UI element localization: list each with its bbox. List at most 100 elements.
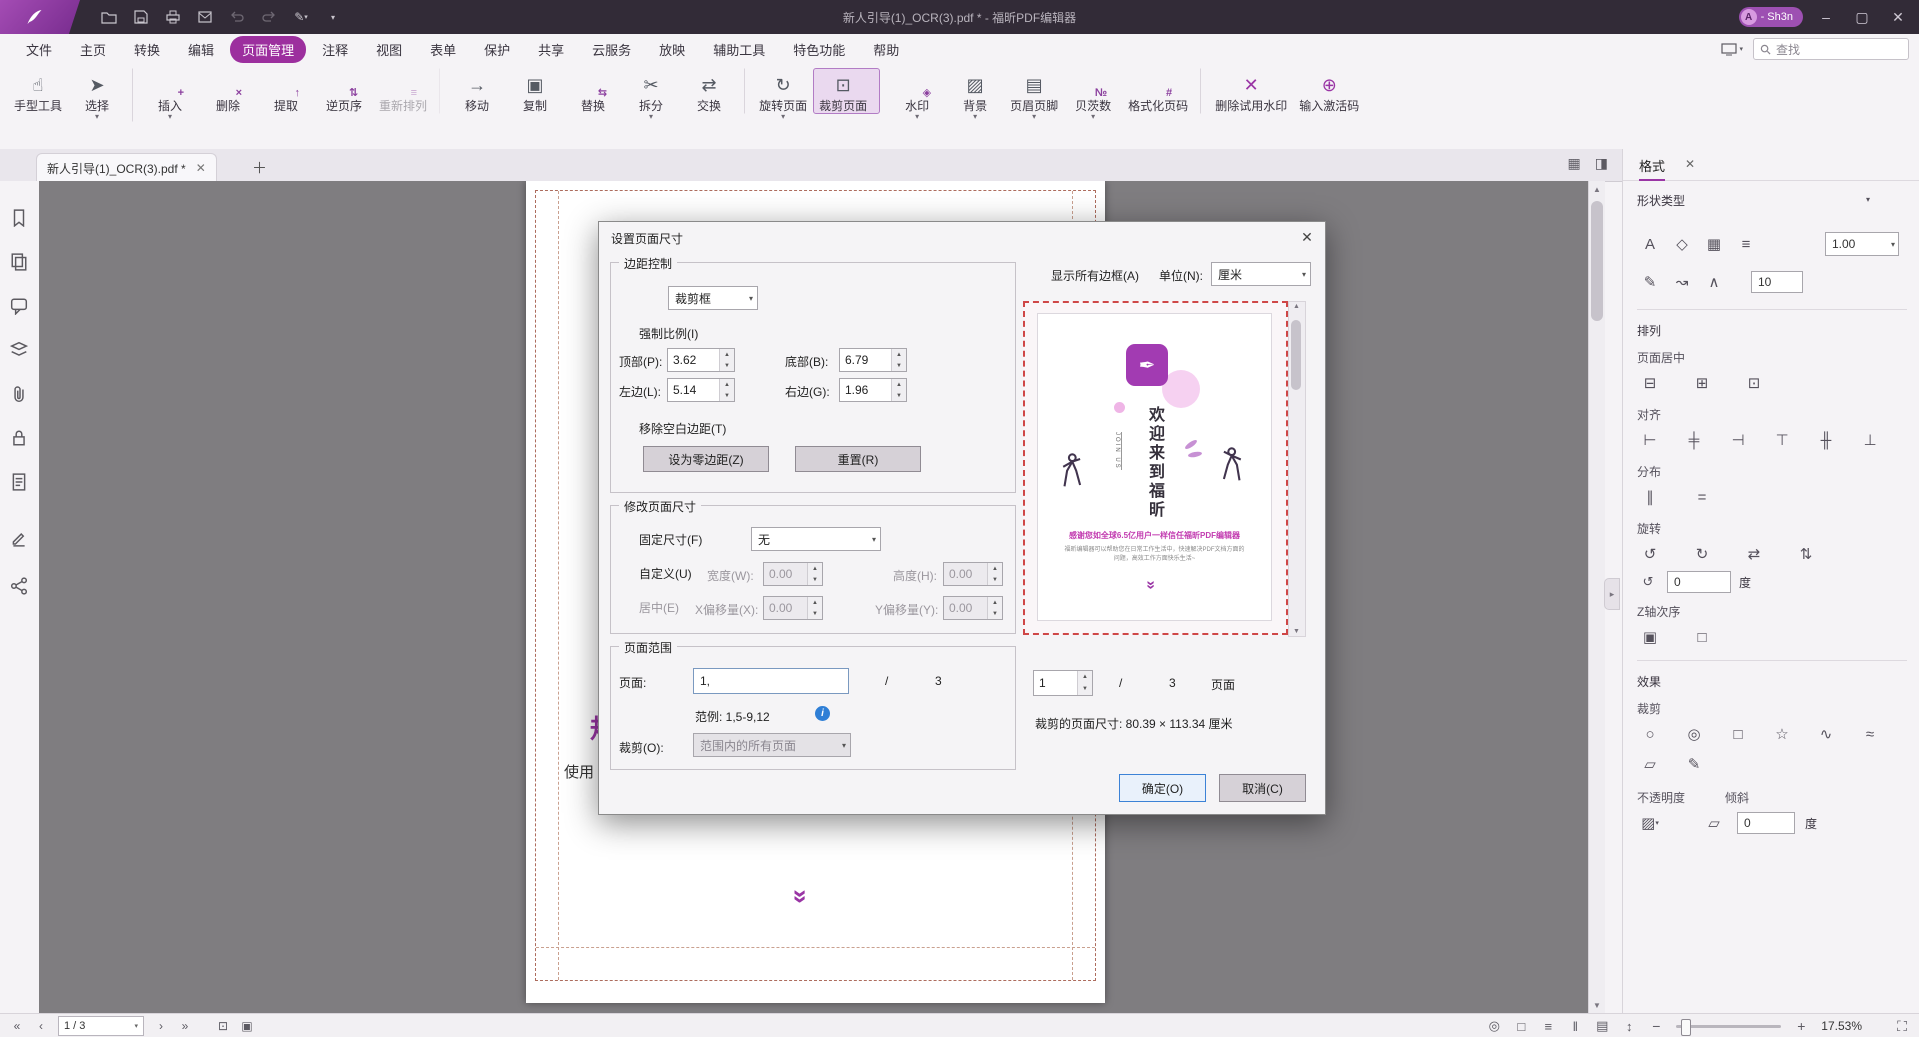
left-margin-spinner[interactable]: 5.14▲▼ (667, 378, 735, 402)
menu-view[interactable]: 视图 (364, 36, 414, 63)
rotate-angle-icon[interactable]: ↺ (1637, 571, 1659, 593)
right-panel-collapse-handle[interactable]: ▸ (1604, 578, 1620, 610)
crop-scope-dropdown[interactable]: 范围内的所有页面▾ (693, 733, 851, 757)
crop-ellipse-icon[interactable]: ○ (1637, 721, 1663, 747)
align-right-icon[interactable]: ⊣ (1725, 427, 1751, 453)
canvas-vertical-scrollbar[interactable]: ▲ ▼ (1588, 181, 1605, 1013)
menu-share[interactable]: 共享 (526, 36, 576, 63)
opacity-button[interactable]: ▨▾ (1637, 810, 1663, 836)
remove-trial-watermark-button[interactable]: ✕ 删除试用水印 ▾ (1209, 68, 1293, 114)
top-margin-spinner[interactable]: 3.62▲▼ (667, 348, 735, 372)
signature-panel-icon[interactable] (10, 529, 28, 547)
right-margin-spinner[interactable]: 1.96▲▼ (839, 378, 907, 402)
center-vertical-icon[interactable]: ⊞ (1689, 370, 1715, 396)
line-weight-button[interactable]: ≡ (1733, 231, 1759, 257)
background-button[interactable]: ▨ 背景 ▾ (946, 68, 1004, 122)
document-panel-icon[interactable] (10, 473, 28, 491)
qat-customize-caret[interactable]: ▾ (324, 8, 342, 26)
x-offset-spinner[interactable]: 0.00▲▼ (763, 596, 823, 620)
open-file-icon[interactable] (100, 8, 118, 26)
extract-button[interactable]: ↑ 提取 ▾ (257, 68, 315, 114)
height-spinner[interactable]: 0.00▲▼ (943, 562, 1003, 586)
clipboard-icon[interactable]: ▣ (240, 1019, 254, 1033)
preview-scrollbar[interactable]: ▲ ▼ (1288, 301, 1306, 637)
scrollbar-thumb[interactable] (1591, 201, 1603, 321)
set-zero-margins-button[interactable]: 设为零边距(Z) (643, 446, 769, 472)
zoom-in-button[interactable]: + (1794, 1018, 1808, 1034)
page-grid-icon[interactable]: ▦ (1568, 155, 1581, 172)
pages-input[interactable]: 1, (693, 668, 849, 694)
preview-scroll-down-icon[interactable]: ▼ (1293, 628, 1300, 635)
bates-number-button[interactable]: № 贝茨数 ▾ (1064, 68, 1122, 122)
zoom-slider[interactable] (1676, 1025, 1781, 1028)
bring-forward-icon[interactable]: ▣ (1637, 624, 1663, 650)
facing-pages-icon[interactable]: ‖ (1568, 1019, 1582, 1034)
fullscreen-icon[interactable]: ⛶ (1895, 1018, 1909, 1035)
font-color-button[interactable]: A (1637, 231, 1663, 257)
continuous-scroll-icon[interactable]: ≡ (1541, 1019, 1555, 1034)
crop-squiggle-icon[interactable]: ≈ (1857, 721, 1883, 747)
move-button[interactable]: → 移动 ▾ (448, 68, 506, 114)
box-type-dropdown[interactable]: 裁剪框▾ (668, 286, 758, 310)
rotate-left-icon[interactable]: ↺ (1637, 541, 1663, 567)
bookmarks-panel-icon[interactable] (10, 209, 28, 227)
swap-button[interactable]: ⇄ 交换 ▾ (680, 68, 745, 114)
export-icon[interactable] (196, 8, 214, 26)
enter-activation-code-button[interactable]: ⊕ 输入激活码 ▾ (1293, 68, 1365, 114)
menu-comment[interactable]: 注释 (310, 36, 360, 63)
reading-panel-icon[interactable]: ◨ (1595, 155, 1608, 172)
info-icon[interactable]: i (815, 706, 830, 721)
menu-present[interactable]: 放映 (647, 36, 697, 63)
pen-settings-icon[interactable]: ✎▾ (292, 8, 310, 26)
next-page-button[interactable]: › (154, 1019, 168, 1033)
rotate-angle-input[interactable]: 0 (1667, 571, 1731, 593)
undo-icon[interactable] (228, 8, 246, 26)
menu-edit[interactable]: 编辑 (176, 36, 226, 63)
menu-cloud[interactable]: 云服务 (580, 36, 643, 63)
snapshot-icon[interactable]: ⊡ (216, 1019, 230, 1033)
crop-pages-button[interactable]: ⊡ 裁剪页面 ▾ (813, 68, 880, 114)
attachments-panel-icon[interactable] (10, 385, 28, 403)
share-panel-icon[interactable] (10, 577, 28, 595)
first-page-button[interactable]: « (10, 1019, 24, 1033)
scroll-up-icon[interactable]: ▲ (1589, 181, 1605, 197)
menu-convert[interactable]: 转换 (122, 36, 172, 63)
corner-radius-button[interactable]: ∧ (1701, 269, 1727, 295)
menu-file[interactable]: 文件 (14, 36, 64, 63)
crop-star-icon[interactable]: ☆ (1769, 721, 1795, 747)
crop-wave-icon[interactable]: ∿ (1813, 721, 1839, 747)
maximize-button[interactable]: ▢ (1849, 4, 1875, 30)
shape-fill-button[interactable]: ◇ (1669, 231, 1695, 257)
swatch-more-caret[interactable]: ▾ (1855, 186, 1881, 212)
menu-protect[interactable]: 保护 (472, 36, 522, 63)
select-button[interactable]: ➤ 选择 ▾ (68, 68, 133, 122)
dialog-close-icon[interactable]: ✕ (1297, 227, 1317, 247)
bottom-margin-spinner[interactable]: 6.79▲▼ (839, 348, 907, 372)
comments-panel-icon[interactable] (10, 297, 28, 315)
preview-scroll-up-icon[interactable]: ▲ (1293, 303, 1300, 310)
last-page-button[interactable]: » (178, 1019, 192, 1033)
rotate-pages-button[interactable]: ↻ 旋转页面 ▾ (753, 68, 813, 122)
format-panel-close-icon[interactable]: ✕ (1685, 157, 1695, 171)
format-tab[interactable]: 格式 (1639, 156, 1665, 181)
new-tab-button[interactable]: ＋ (252, 157, 267, 178)
search-input[interactable]: 查找 (1753, 38, 1909, 60)
align-left-icon[interactable]: ⊢ (1637, 427, 1663, 453)
width-spinner[interactable]: 0.00▲▼ (763, 562, 823, 586)
insert-button[interactable]: + 插入 ▾ (141, 68, 199, 122)
zoom-slider-thumb[interactable] (1681, 1019, 1691, 1036)
align-middle-icon[interactable]: ╫ (1813, 427, 1839, 453)
redo-icon[interactable] (260, 8, 278, 26)
split-button[interactable]: ✂ 拆分 ▾ (622, 68, 680, 122)
save-icon[interactable] (132, 8, 150, 26)
menu-home[interactable]: 主页 (68, 36, 118, 63)
menu-accessibility[interactable]: 辅助工具 (701, 36, 777, 63)
center-both-icon[interactable]: ⊡ (1741, 370, 1767, 396)
unit-dropdown[interactable]: 厘米▾ (1211, 262, 1311, 286)
replace-button[interactable]: ⇆ 替换 ▾ (564, 68, 622, 114)
distribute-horizontal-icon[interactable]: ∥ (1637, 484, 1663, 510)
flip-vertical-icon[interactable]: ⇅ (1793, 541, 1819, 567)
crop-circle-icon[interactable]: ◎ (1681, 721, 1707, 747)
preview-scrollbar-thumb[interactable] (1291, 320, 1301, 390)
send-backward-icon[interactable]: □ (1689, 624, 1715, 650)
